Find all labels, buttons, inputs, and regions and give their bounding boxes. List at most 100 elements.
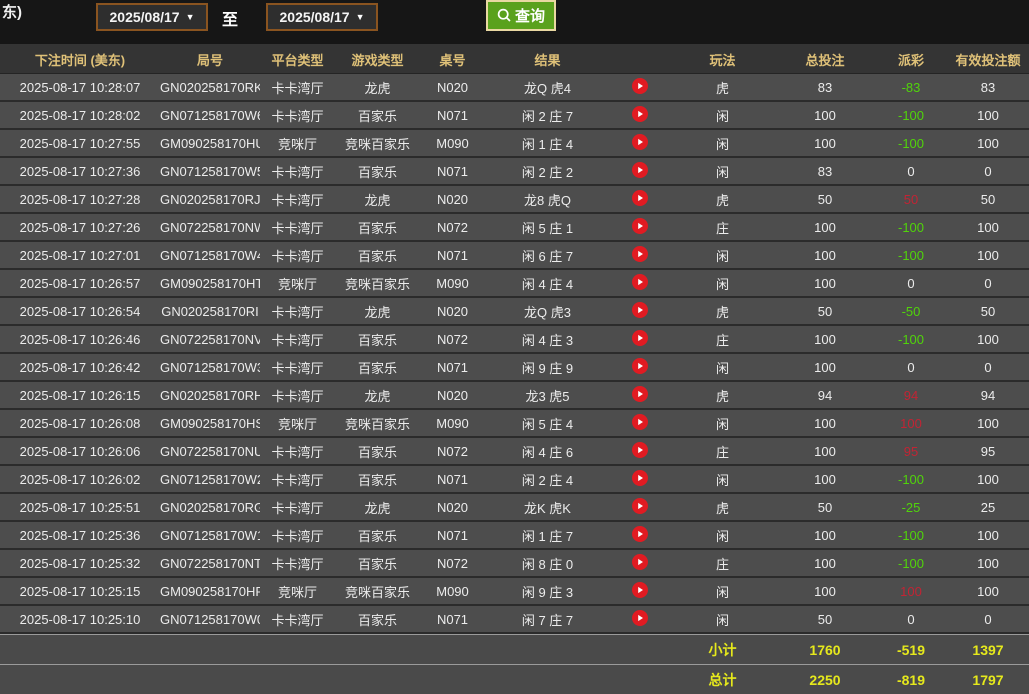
- cell-game-no: GM090258170HR: [160, 584, 260, 599]
- cell-platform: 卡卡湾厅: [260, 554, 335, 573]
- cell-table-no: N071: [420, 612, 485, 627]
- cell-game-type: 百家乐: [335, 610, 420, 629]
- cell-table-no: N020: [420, 80, 485, 95]
- chevron-down-icon: ▼: [186, 12, 195, 22]
- play-video-icon[interactable]: [632, 554, 648, 570]
- date-from-select[interactable]: 2025/08/17 ▼: [96, 3, 208, 31]
- cell-result: 闲 2 庄 2: [485, 162, 610, 181]
- cell-game-no: GN071258170W4: [160, 248, 260, 263]
- cell-bet-option: 庄: [670, 442, 775, 461]
- play-video-icon[interactable]: [632, 414, 648, 430]
- cell-game-type: 龙虎: [335, 302, 420, 321]
- play-video-icon[interactable]: [632, 162, 648, 178]
- cell-bet-time: 2025-08-17 10:27:26: [0, 220, 160, 235]
- clipped-label: 东): [2, 1, 22, 22]
- cell-bet-option: 闲: [670, 106, 775, 125]
- cell-platform: 卡卡湾厅: [260, 470, 335, 489]
- cell-bet-time: 2025-08-17 10:25:36: [0, 528, 160, 543]
- cell-payout: -100: [875, 220, 947, 235]
- cell-total-bet: 100: [775, 444, 875, 459]
- cell-result: 闲 7 庄 7: [485, 610, 610, 629]
- cell-total-bet: 100: [775, 584, 875, 599]
- table-row: 2025-08-17 10:25:32 GN072258170NT 卡卡湾厅 百…: [0, 550, 1029, 578]
- play-video-icon[interactable]: [632, 106, 648, 122]
- cell-result: 闲 1 庄 4: [485, 134, 610, 153]
- play-video-icon[interactable]: [632, 442, 648, 458]
- cell-video: [610, 610, 670, 629]
- cell-platform: 卡卡湾厅: [260, 218, 335, 237]
- cell-bet-option: 虎: [670, 498, 775, 517]
- table-row: 2025-08-17 10:26:08 GM090258170HS 竞咪厅 竞咪…: [0, 410, 1029, 438]
- play-video-icon[interactable]: [632, 246, 648, 262]
- cell-result: 闲 9 庄 3: [485, 582, 610, 601]
- cell-bet-time: 2025-08-17 10:27:36: [0, 164, 160, 179]
- subtotal-payout: -519: [875, 642, 947, 658]
- total-row: 总计 2250 -819 1797: [0, 664, 1029, 694]
- cell-valid-bet: 0: [947, 164, 1029, 179]
- cell-payout: -100: [875, 108, 947, 123]
- cell-bet-time: 2025-08-17 10:26:06: [0, 444, 160, 459]
- play-video-icon[interactable]: [632, 302, 648, 318]
- cell-bet-option: 闲: [670, 526, 775, 545]
- query-button[interactable]: 查询: [486, 0, 556, 31]
- play-video-icon[interactable]: [632, 526, 648, 542]
- cell-game-type: 竞咪百家乐: [335, 274, 420, 293]
- cell-platform: 卡卡湾厅: [260, 246, 335, 265]
- cell-bet-time: 2025-08-17 10:26:15: [0, 388, 160, 403]
- play-video-icon[interactable]: [632, 470, 648, 486]
- play-video-icon[interactable]: [632, 78, 648, 94]
- cell-payout: 0: [875, 164, 947, 179]
- cell-bet-time: 2025-08-17 10:25:32: [0, 556, 160, 571]
- cell-game-type: 百家乐: [335, 218, 420, 237]
- cell-result: 闲 4 庄 6: [485, 442, 610, 461]
- cell-video: [610, 554, 670, 573]
- cell-game-no: GN071258170W6: [160, 108, 260, 123]
- cell-bet-option: 闲: [670, 162, 775, 181]
- cell-game-no: GN071258170W3: [160, 360, 260, 375]
- cell-payout: -100: [875, 136, 947, 151]
- cell-game-type: 百家乐: [335, 358, 420, 377]
- table-row: 2025-08-17 10:27:36 GN071258170W5 卡卡湾厅 百…: [0, 158, 1029, 186]
- cell-valid-bet: 100: [947, 108, 1029, 123]
- cell-platform: 卡卡湾厅: [260, 358, 335, 377]
- cell-platform: 卡卡湾厅: [260, 190, 335, 209]
- play-video-icon[interactable]: [632, 386, 648, 402]
- cell-payout: -100: [875, 528, 947, 543]
- cell-total-bet: 100: [775, 556, 875, 571]
- cell-game-no: GN072258170NT: [160, 556, 260, 571]
- play-video-icon[interactable]: [632, 358, 648, 374]
- cell-video: [610, 358, 670, 377]
- table-row: 2025-08-17 10:28:02 GN071258170W6 卡卡湾厅 百…: [0, 102, 1029, 130]
- cell-game-type: 百家乐: [335, 470, 420, 489]
- cell-valid-bet: 100: [947, 528, 1029, 543]
- cell-game-type: 百家乐: [335, 246, 420, 265]
- cell-result: 龙Q 虎3: [485, 302, 610, 321]
- play-video-icon[interactable]: [632, 218, 648, 234]
- play-video-icon[interactable]: [632, 582, 648, 598]
- date-to-select[interactable]: 2025/08/17 ▼: [266, 3, 378, 31]
- cell-video: [610, 414, 670, 433]
- cell-result: 闲 8 庄 0: [485, 554, 610, 573]
- cell-platform: 卡卡湾厅: [260, 442, 335, 461]
- play-video-icon[interactable]: [632, 330, 648, 346]
- cell-table-no: N020: [420, 304, 485, 319]
- cell-total-bet: 100: [775, 136, 875, 151]
- play-video-icon[interactable]: [632, 610, 648, 626]
- cell-table-no: N020: [420, 192, 485, 207]
- cell-game-type: 百家乐: [335, 106, 420, 125]
- play-video-icon[interactable]: [632, 274, 648, 290]
- cell-payout: 50: [875, 192, 947, 207]
- cell-table-no: N071: [420, 248, 485, 263]
- cell-bet-time: 2025-08-17 10:26:54: [0, 304, 160, 319]
- cell-video: [610, 442, 670, 461]
- play-video-icon[interactable]: [632, 190, 648, 206]
- play-video-icon[interactable]: [632, 498, 648, 514]
- cell-valid-bet: 50: [947, 304, 1029, 319]
- cell-payout: 0: [875, 612, 947, 627]
- cell-game-type: 百家乐: [335, 330, 420, 349]
- cell-game-no: GN071258170W0: [160, 612, 260, 627]
- cell-bet-option: 闲: [670, 582, 775, 601]
- cell-video: [610, 218, 670, 237]
- subtotal-valid-bet: 1397: [947, 642, 1029, 658]
- play-video-icon[interactable]: [632, 134, 648, 150]
